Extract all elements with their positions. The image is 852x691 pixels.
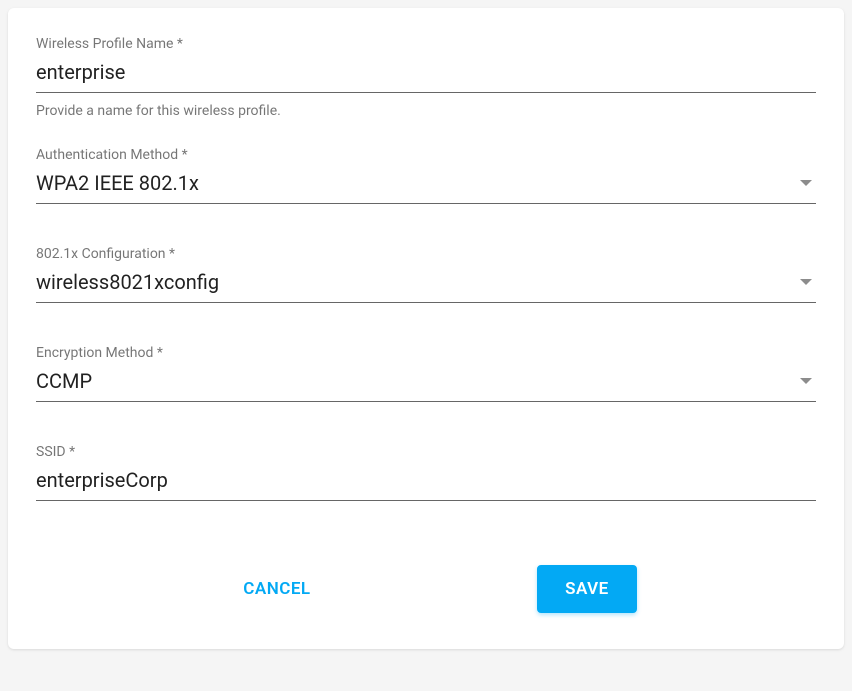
chevron-down-icon (800, 378, 812, 384)
encryption-select[interactable]: CCMP (36, 367, 816, 402)
button-row: Cancel Save (36, 565, 816, 613)
ssid-input[interactable] (36, 466, 816, 494)
chevron-down-icon (800, 279, 812, 285)
ssid-field: SSID * (36, 444, 816, 501)
encryption-label: Encryption Method * (36, 345, 816, 361)
profile-name-input[interactable] (36, 58, 816, 86)
profile-name-field: Wireless Profile Name * (36, 36, 816, 93)
save-button[interactable]: Save (537, 565, 637, 613)
profile-name-label: Wireless Profile Name * (36, 36, 816, 52)
auth-method-value: WPA2 IEEE 802.1x (36, 169, 800, 197)
auth-method-select[interactable]: WPA2 IEEE 802.1x (36, 169, 816, 204)
auth-method-label: Authentication Method * (36, 147, 816, 163)
auth-method-field: Authentication Method * WPA2 IEEE 802.1x (36, 147, 816, 204)
config-8021x-value: wireless8021xconfig (36, 268, 800, 296)
chevron-down-icon (800, 180, 812, 186)
wireless-profile-form: Wireless Profile Name * Provide a name f… (8, 8, 844, 649)
cancel-button[interactable]: Cancel (215, 565, 338, 613)
config-8021x-field: 802.1x Configuration * wireless8021xconf… (36, 246, 816, 303)
ssid-input-wrap[interactable] (36, 466, 816, 501)
encryption-value: CCMP (36, 367, 800, 395)
profile-name-helper: Provide a name for this wireless profile… (36, 103, 816, 119)
encryption-field: Encryption Method * CCMP (36, 345, 816, 402)
profile-name-input-wrap[interactable] (36, 58, 816, 93)
ssid-label: SSID * (36, 444, 816, 460)
config-8021x-select[interactable]: wireless8021xconfig (36, 268, 816, 303)
config-8021x-label: 802.1x Configuration * (36, 246, 816, 262)
